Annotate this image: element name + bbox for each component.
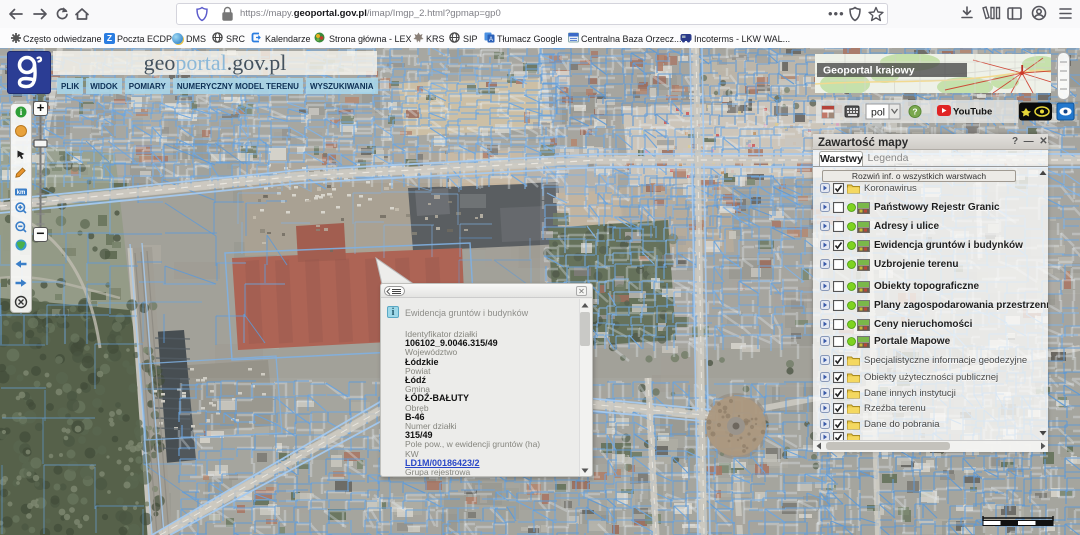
svg-text:A: A (489, 37, 493, 43)
svg-text:pol: pol (871, 107, 885, 119)
svg-text:Geoportal krajowy: Geoportal krajowy (823, 65, 915, 77)
svg-text:YouTube: YouTube (953, 107, 992, 118)
svg-text:km: km (17, 190, 26, 196)
svg-text:?: ? (912, 107, 917, 117)
